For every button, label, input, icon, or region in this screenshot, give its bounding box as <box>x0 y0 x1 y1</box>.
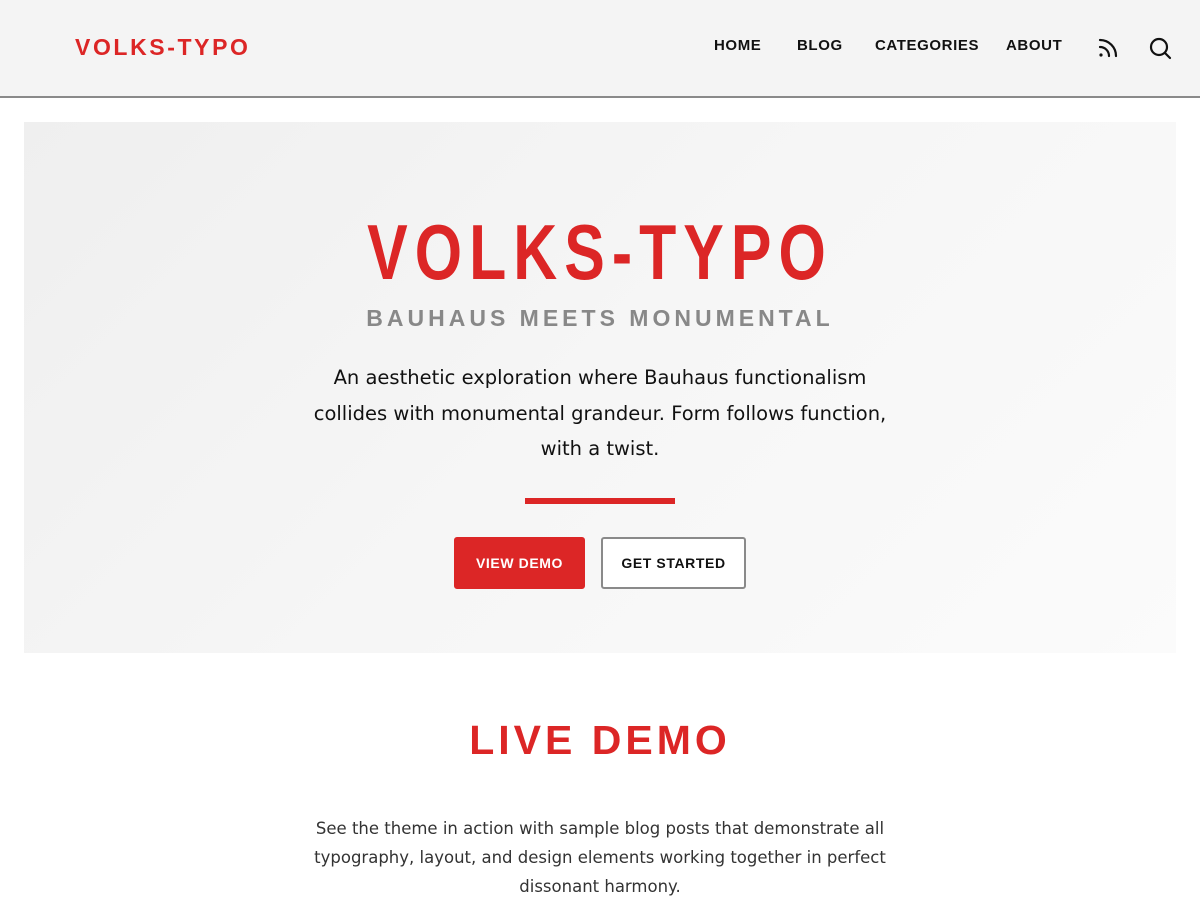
nav-link-categories[interactable]: CATEGORIES <box>875 36 979 56</box>
site-header: VOLKS-TYPO HOME BLOG CATEGORIES ABOUT <box>0 0 1200 98</box>
rss-icon[interactable] <box>1096 36 1120 60</box>
hero-section: VOLKS-TYPO BAUHAUS MEETS MONUMENTAL An a… <box>24 122 1176 653</box>
live-demo-title: LIVE DEMO <box>469 717 731 763</box>
hero-title: VOLKS-TYPO <box>367 208 833 296</box>
nav-link-home[interactable]: HOME <box>714 36 761 56</box>
search-icon[interactable] <box>1148 36 1172 60</box>
get-started-button[interactable]: GET STARTED <box>601 537 746 589</box>
accent-divider <box>525 498 675 504</box>
nav-link-about[interactable]: ABOUT <box>1006 36 1062 56</box>
hero-description: An aesthetic exploration where Bauhaus f… <box>313 366 887 460</box>
view-demo-button[interactable]: VIEW DEMO <box>454 537 585 589</box>
live-demo-description: See the theme in action with sample blog… <box>314 819 886 896</box>
nav-link-blog[interactable]: BLOG <box>797 36 843 56</box>
main-nav: HOME BLOG CATEGORIES ABOUT <box>0 36 1200 56</box>
hero-subtitle: BAUHAUS MEETS MONUMENTAL <box>366 305 834 331</box>
